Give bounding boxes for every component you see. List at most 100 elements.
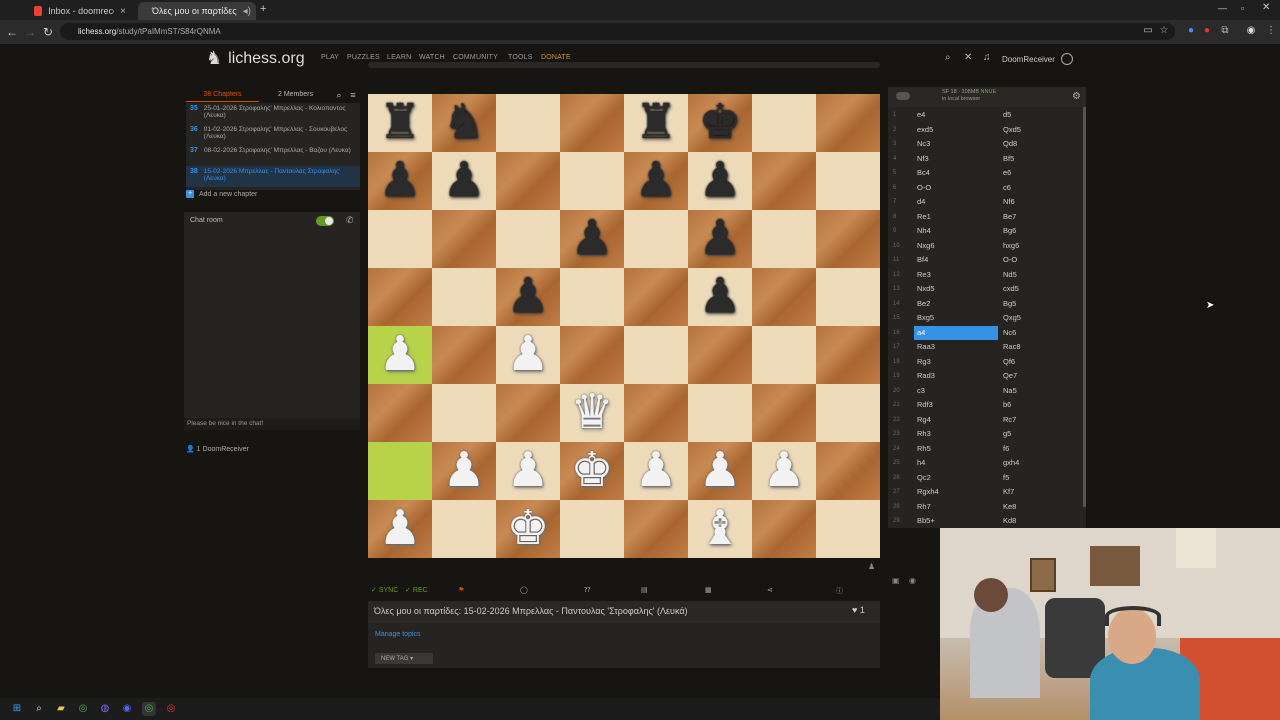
white-pawn-piece[interactable]: ♟	[752, 442, 816, 500]
white-move[interactable]: Rdf3	[914, 398, 998, 413]
back-icon[interactable]: ←	[4, 24, 20, 40]
square-b3[interactable]	[432, 384, 496, 442]
chart-icon[interactable]: ▤	[641, 586, 648, 594]
white-pawn-piece[interactable]: ♟	[368, 500, 432, 558]
chapter-item[interactable]: 35 25-01-2026 Στροφαλης' Μπρελλας - Κολι…	[186, 103, 360, 124]
square-h6[interactable]	[816, 210, 880, 268]
white-move[interactable]: c3	[914, 384, 998, 399]
gear-icon[interactable]: ⚙	[1072, 91, 1081, 102]
white-move[interactable]: Nc3	[914, 137, 998, 152]
white-pawn-piece[interactable]: ♟	[624, 442, 688, 500]
white-move[interactable]: Bxg5	[914, 311, 998, 326]
white-move[interactable]: Nxg6	[914, 239, 998, 254]
black-move[interactable]: Qe7	[1000, 369, 1084, 384]
black-move[interactable]: hxg6	[1000, 239, 1084, 254]
nav-puzzles[interactable]: PUZZLES	[347, 54, 380, 61]
black-pawn-piece[interactable]: ♟	[496, 268, 560, 326]
black-move[interactable]: Kf7	[1000, 485, 1084, 500]
square-b6[interactable]	[432, 210, 496, 268]
white-move[interactable]: Rg3	[914, 355, 998, 370]
phone-icon[interactable]: ✆	[346, 215, 354, 226]
search-icon[interactable]: ⌕	[32, 702, 46, 716]
search-icon[interactable]: ⌕	[945, 52, 951, 63]
maximize-button[interactable]: ▫	[1241, 3, 1244, 13]
white-king-piece[interactable]: ♚	[560, 442, 624, 500]
white-move[interactable]: O-O	[914, 181, 998, 196]
add-chapter-button[interactable]: + Add a new chapter	[186, 190, 257, 198]
white-pawn-piece[interactable]: ♟	[368, 326, 432, 384]
white-move[interactable]: Raa3	[914, 340, 998, 355]
notification-bell-icon[interactable]: ♫	[983, 52, 991, 63]
square-g3[interactable]	[752, 384, 816, 442]
black-move[interactable]: Be7	[1000, 210, 1084, 225]
black-move[interactable]: b6	[1000, 398, 1084, 413]
square-h5[interactable]	[816, 268, 880, 326]
new-tag-select[interactable]: NEW TAG ▾	[375, 653, 433, 664]
chapter-item-active[interactable]: 38 15-02-2026 Μπρελλας - Παντουλας Στροφ…	[186, 166, 360, 187]
black-move[interactable]: Rac8	[1000, 340, 1084, 355]
square-h3[interactable]	[816, 384, 880, 442]
square-g4[interactable]	[752, 326, 816, 384]
extensions-puzzle-icon[interactable]: ⧉	[1218, 24, 1232, 38]
black-knight-piece[interactable]: ♞	[432, 94, 496, 152]
white-move[interactable]: Bc4	[914, 166, 998, 181]
black-pawn-piece[interactable]: ♟	[432, 152, 496, 210]
black-pawn-piece[interactable]: ♟	[368, 152, 432, 210]
black-rook-piece[interactable]: ♜	[624, 94, 688, 152]
white-move[interactable]: Rh3	[914, 427, 998, 442]
white-pawn-piece[interactable]: ♟	[496, 326, 560, 384]
white-king-piece[interactable]: ♚	[496, 500, 560, 558]
square-f4[interactable]	[688, 326, 752, 384]
extension-icon[interactable]: ●	[1200, 24, 1214, 38]
square-e5[interactable]	[624, 268, 688, 326]
square-c7[interactable]	[496, 152, 560, 210]
black-move[interactable]: g5	[1000, 427, 1084, 442]
white-queen-piece[interactable]: ♛	[560, 384, 624, 442]
member-name[interactable]: DoomReceiver	[203, 446, 249, 453]
tab-members[interactable]: 2 Members	[259, 88, 332, 102]
square-g7[interactable]	[752, 152, 816, 210]
black-move[interactable]: Qxd5	[1000, 123, 1084, 138]
info-icon[interactable]: ⓘ	[836, 586, 843, 596]
chrome-icon[interactable]: ◎	[76, 702, 90, 716]
square-c8[interactable]	[496, 94, 560, 152]
viber-icon[interactable]: ◍	[98, 702, 112, 716]
white-move[interactable]: exd5	[914, 123, 998, 138]
profile-avatar[interactable]: ◉	[1244, 24, 1258, 38]
square-e1[interactable]	[624, 500, 688, 558]
manage-topics-link[interactable]: Manage topics	[375, 631, 421, 638]
square-d1[interactable]	[560, 500, 624, 558]
square-b1[interactable]	[432, 500, 496, 558]
white-move[interactable]: Bb5+	[914, 514, 998, 528]
square-g1[interactable]	[752, 500, 816, 558]
white-move[interactable]: Re1	[914, 210, 998, 225]
record-icon[interactable]: ◉	[909, 576, 916, 585]
book-icon[interactable]: ▣	[892, 576, 900, 585]
white-move[interactable]: Rgxh4	[914, 485, 998, 500]
cast-icon[interactable]: ▭	[1141, 24, 1155, 38]
square-h7[interactable]	[816, 152, 880, 210]
black-move[interactable]: Kd8	[1000, 514, 1084, 528]
square-b4[interactable]	[432, 326, 496, 384]
square-h1[interactable]	[816, 500, 880, 558]
nav-play[interactable]: PLAY	[321, 54, 339, 61]
black-move[interactable]: Bg6	[1000, 224, 1084, 239]
black-move[interactable]: Qd8	[1000, 137, 1084, 152]
chess-board[interactable]: ♜ ♞ ♜ ♚ ♟ ♟ ♟ ♟ ♟ ♟ ♟ ♟ ♟ ♟ ♛ ♟ ♟ ♚ ♟ ♟ ♟ ♟ ♚ ♝	[368, 94, 880, 559]
nav-donate[interactable]: DONATE	[541, 54, 571, 61]
white-pawn-piece[interactable]: ♟	[688, 442, 752, 500]
square-e4[interactable]	[624, 326, 688, 384]
nav-community[interactable]: COMMUNITY	[453, 54, 498, 61]
square-g5[interactable]	[752, 268, 816, 326]
discord-icon[interactable]: ◉	[120, 702, 134, 716]
square-a6[interactable]	[368, 210, 432, 268]
close-window-button[interactable]: ✕	[1262, 2, 1270, 13]
square-a2[interactable]	[368, 442, 432, 500]
square-d8[interactable]	[560, 94, 624, 152]
reload-icon[interactable]: ↻	[40, 24, 56, 40]
chat-toggle[interactable]	[316, 216, 334, 226]
address-bar[interactable]: lichess.org/study/tPaIMmST/S84rQNMA	[60, 23, 1175, 40]
app-icon[interactable]: ◎	[164, 702, 178, 716]
white-move[interactable]: a4	[914, 325, 998, 340]
extension-icon[interactable]: ●	[1184, 24, 1198, 38]
